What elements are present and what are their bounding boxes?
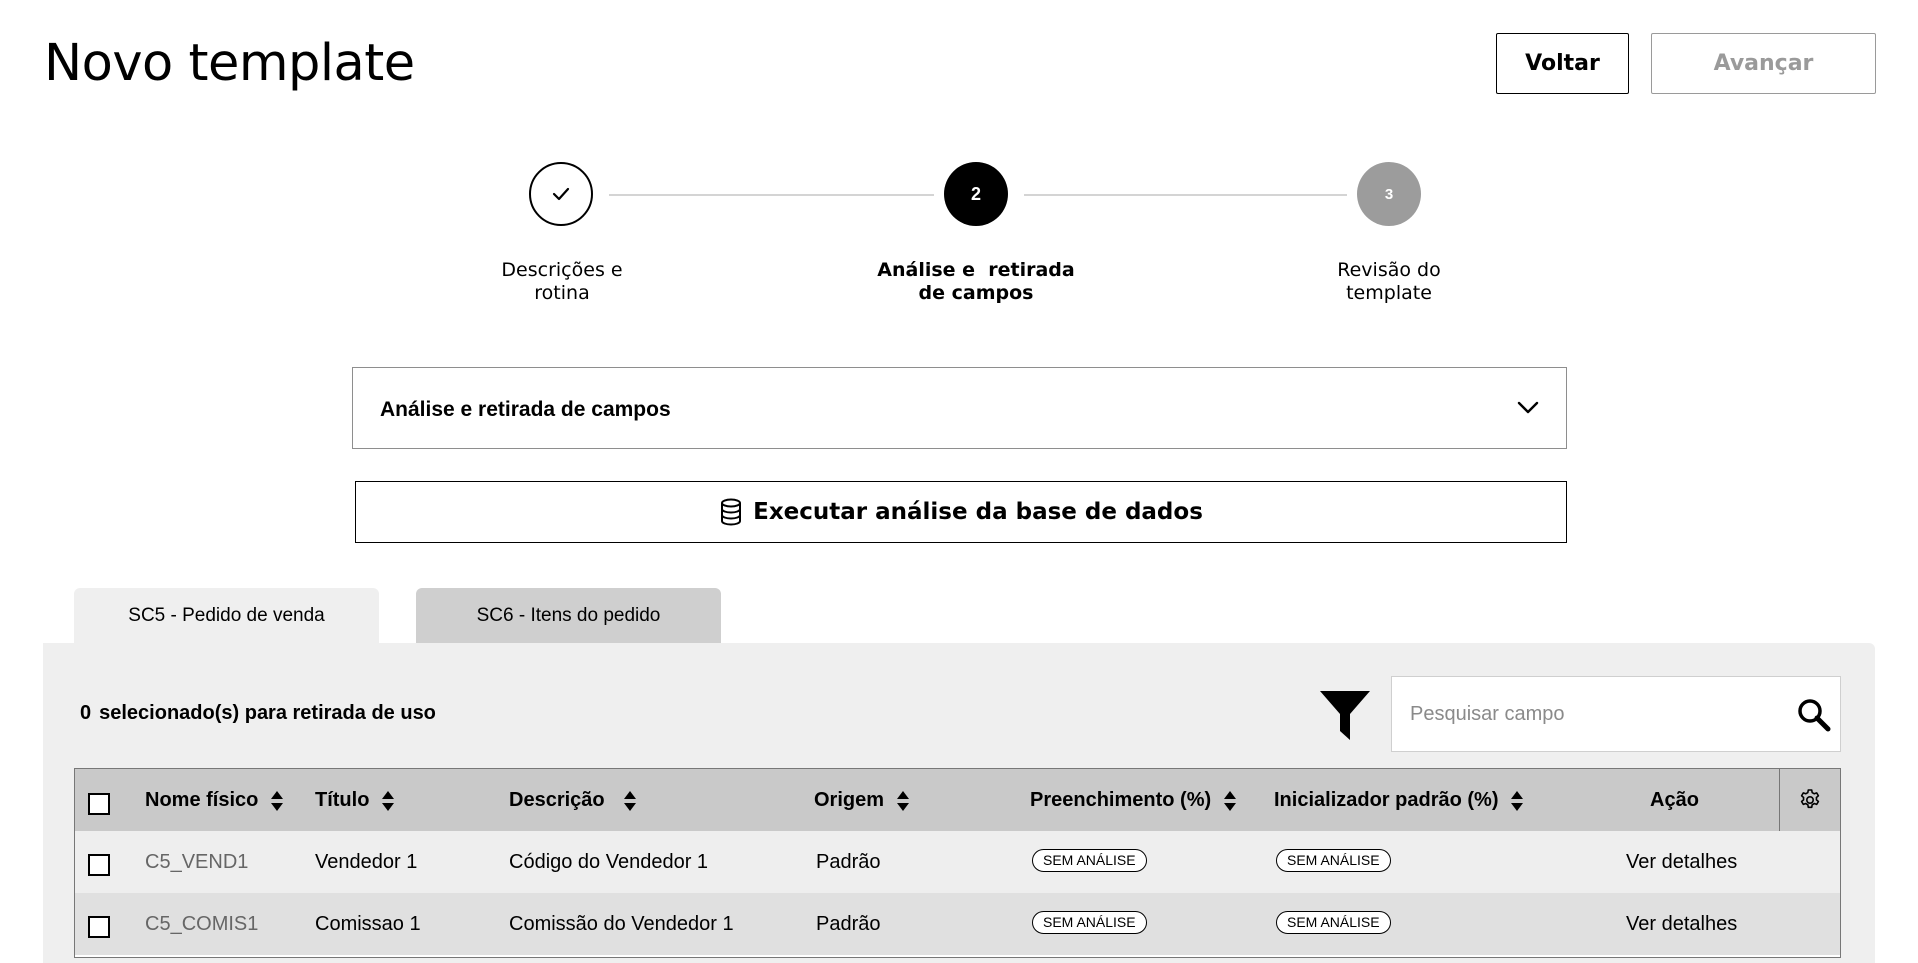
cell-descricao: Comissão do Vendedor 1 [509,913,734,935]
step-2-circle: 2 [944,162,1008,226]
status-badge: SEM ANÁLISE [1276,849,1391,872]
page-title: Novo template [44,34,415,93]
view-details-link[interactable]: Ver detalhes [1626,851,1737,874]
status-badge: SEM ANÁLISE [1276,911,1391,934]
cell-origem: Padrão [816,851,881,873]
tab-sc6[interactable]: SC6 - Itens do pedido [416,588,721,644]
execute-analysis-button[interactable]: Executar análise da base de dados [355,481,1567,543]
row-checkbox[interactable] [88,854,110,876]
cell-nome: C5_VEND1 [145,851,249,873]
step-3-circle: 3 [1357,162,1421,226]
chevron-down-icon [1517,401,1539,414]
stepper-connector-2 [1024,194,1347,196]
selected-count-label: selecionado(s) para retirada de uso [99,702,436,724]
step-3-label-line2: template [1346,282,1432,304]
gear-icon[interactable] [1798,788,1822,812]
step-1-label-line1: Descrições e [501,259,623,281]
column-header-origem-label: Origem [814,789,885,811]
next-button[interactable]: Avançar [1651,33,1876,94]
step-1-label: Descrições e rotina [452,259,672,305]
select-all-checkbox[interactable] [88,793,110,815]
cell-nome: C5_COMIS1 [145,913,259,935]
table-row: C5_COMIS1 Comissao 1 Comissão do Vendedo… [75,893,1840,955]
sort-icon[interactable] [1510,790,1524,812]
search-icon[interactable] [1796,697,1832,733]
step-3-label: Revisão do template [1279,259,1499,305]
column-header-titulo[interactable]: Título [315,789,395,812]
row-checkbox[interactable] [88,916,110,938]
cell-titulo: Comissao 1 [315,913,421,935]
sort-icon[interactable] [270,790,284,812]
cell-titulo: Vendedor 1 [315,851,418,873]
table-row: C5_VEND1 Vendedor 1 Código do Vendedor 1… [75,831,1840,893]
fields-table: Nome físico Título Descrição Origem Pree… [74,768,1841,958]
step-2-label-line2: de campos [918,282,1034,304]
sort-icon[interactable] [381,790,395,812]
status-badge: SEM ANÁLISE [1032,849,1147,872]
section-dropdown[interactable]: Análise e retirada de campos [352,367,1567,449]
check-icon [552,187,570,201]
column-header-preenchimento[interactable]: Preenchimento (%) [1030,789,1237,812]
column-header-inicializador[interactable]: Inicializador padrão (%) [1274,789,1524,812]
column-header-origem[interactable]: Origem [814,789,910,812]
sort-icon[interactable] [896,790,910,812]
sort-icon[interactable] [1223,790,1237,812]
column-header-descricao-label: Descrição [509,789,605,811]
column-header-inicializador-label: Inicializador padrão (%) [1274,789,1499,811]
column-header-titulo-label: Título [315,789,370,811]
cell-descricao: Código do Vendedor 1 [509,851,709,873]
sort-icon[interactable] [623,790,637,812]
execute-analysis-label: Executar análise da base de dados [753,499,1203,525]
search-field[interactable] [1391,676,1841,752]
column-header-preenchimento-label: Preenchimento (%) [1030,789,1212,811]
selected-count-text: 0 selecionado(s) para retirada de uso [80,702,436,725]
step-1-circle [529,162,593,226]
view-details-link[interactable]: Ver detalhes [1626,913,1737,936]
table-settings-cell [1779,769,1840,831]
step-2-label-line1: Análise e retirada [877,259,1075,281]
column-header-descricao[interactable]: Descrição [509,789,637,812]
cell-origem: Padrão [816,913,881,935]
section-dropdown-label: Análise e retirada de campos [380,398,671,421]
step-1-label-line2: rotina [534,282,590,304]
tab-sc5[interactable]: SC5 - Pedido de venda [74,588,379,644]
column-header-nome-label: Nome físico [145,789,259,811]
search-input[interactable] [1410,677,1780,751]
selected-count-number: 0 [80,702,92,724]
status-badge: SEM ANÁLISE [1032,911,1147,934]
step-3-label-line1: Revisão do [1337,259,1441,281]
column-header-acao: Ação [1650,789,1699,811]
back-button[interactable]: Voltar [1496,33,1629,94]
table-header: Nome físico Título Descrição Origem Pree… [75,769,1840,831]
filter-icon[interactable] [1318,688,1372,742]
step-2-label: Análise e retirada de campos [866,259,1086,305]
stepper-connector-1 [609,194,934,196]
database-icon [721,498,742,526]
column-header-nome[interactable]: Nome físico [145,789,284,812]
